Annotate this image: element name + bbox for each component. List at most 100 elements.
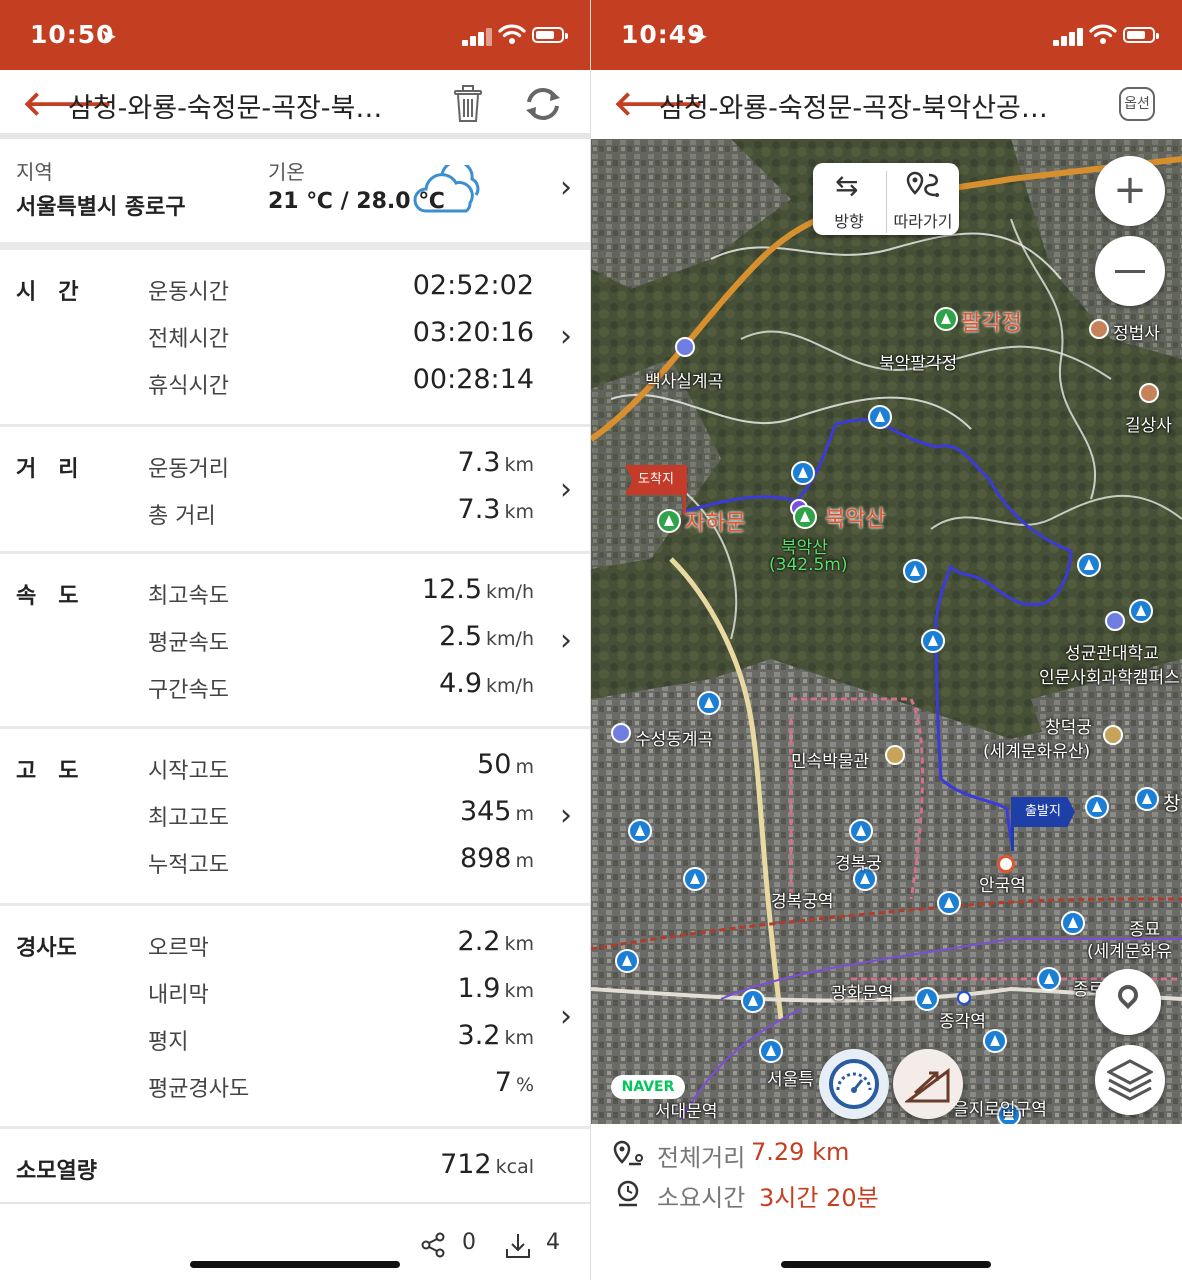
duration-label: 소요시간 <box>657 1184 746 1212</box>
download-icon[interactable] <box>504 1232 532 1260</box>
total-time-value: 03:20:16 <box>412 317 534 348</box>
speedometer-button[interactable] <box>819 1049 889 1119</box>
total-distance-label: 총 거리 <box>148 504 216 529</box>
clock-pin-icon <box>617 1180 639 1207</box>
bugak-palgakjeong-label: 북악팔각정 <box>879 354 958 374</box>
status-bar: 10:50 ➤ <box>0 0 590 70</box>
follow-button[interactable]: 따라가기 <box>887 163 959 235</box>
sync-icon[interactable] <box>522 85 564 123</box>
map-mode-control: ⇆ 방향 따라가기 <box>813 163 959 235</box>
start-flag-pole <box>1011 797 1014 851</box>
place-icon <box>675 337 695 357</box>
home-indicator <box>190 1261 400 1268</box>
euljiro-station-label: 을지로입구역 <box>953 1100 1047 1120</box>
follow-route-icon <box>906 171 939 197</box>
share-icon[interactable] <box>420 1232 446 1258</box>
my-location-button[interactable] <box>1095 969 1161 1035</box>
hiking-poi-icon[interactable] <box>683 867 707 891</box>
total-time-label: 전체시간 <box>148 327 229 352</box>
jonggak-station-label: 종각역 <box>939 1012 986 1032</box>
mountain-poi-icon[interactable] <box>657 509 681 533</box>
hiking-poi-icon[interactable] <box>697 691 721 715</box>
segment-speed-value: 4.9 km/h <box>439 668 534 699</box>
museum-icon <box>885 745 905 765</box>
hiking-poi-icon[interactable] <box>615 949 639 973</box>
bugaksan-label: 북악산 <box>825 507 886 532</box>
back-arrow-icon[interactable]: 🡐 <box>613 84 704 124</box>
distance-pin-icon <box>613 1140 643 1166</box>
hiking-poi-icon[interactable] <box>1037 967 1061 991</box>
hiking-poi-icon[interactable] <box>741 989 765 1013</box>
distance-section[interactable]: 거 리 운동거리 7.3 km 총 거리 7.3 km › <box>0 427 590 551</box>
hiking-poi-icon[interactable] <box>903 559 927 583</box>
hiking-poi-icon[interactable] <box>983 1029 1007 1053</box>
speedometer-icon <box>829 1059 879 1109</box>
region-weather-row[interactable]: 지역 서울특별시 종로구 기온 21 ℃ / 28.0 ℃ › <box>0 139 590 242</box>
cumulative-altitude-value: 898 m <box>459 843 534 874</box>
time-section[interactable]: 시 간 운동시간 02:52:02 전체시간 03:20:16 휴식시간 00:… <box>0 250 590 424</box>
map-view[interactable]: ⇆ 방향 따라가기 + 팔각정 북악팔각정 정법사 백사실계곡 길상사 도착지 … <box>591 139 1182 1124</box>
layers-button[interactable] <box>1095 1045 1165 1115</box>
hiking-poi-icon[interactable] <box>1077 553 1101 577</box>
segment-speed-label: 구간속도 <box>148 678 229 703</box>
chevron-right-icon: › <box>560 798 572 833</box>
hiking-poi-icon[interactable] <box>791 461 815 485</box>
hiking-poi-icon[interactable] <box>937 891 961 915</box>
palgakjeong-label: 팔각정 <box>961 311 1022 336</box>
max-speed-label: 최고속도 <box>148 584 229 609</box>
slope-button[interactable] <box>893 1049 963 1119</box>
altitude-section-label: 고 도 <box>16 759 79 784</box>
hiking-poi-icon[interactable] <box>921 629 945 653</box>
direction-button[interactable]: ⇆ 방향 <box>813 163 885 235</box>
start-altitude-value: 50 m <box>477 749 534 780</box>
zoom-in-button[interactable]: + <box>1095 156 1165 226</box>
left-screen: 10:50 ➤ 🡐 삼청-와룡-숙정문-곡장-북… 지역 서울특별시 종로구 기… <box>0 0 590 1280</box>
hiking-poi-icon[interactable] <box>759 1039 783 1063</box>
zoom-out-button[interactable] <box>1095 236 1165 306</box>
follow-label: 따라가기 <box>893 212 953 231</box>
calories-row: 소모열량 712 kcal <box>0 1129 590 1202</box>
hiking-poi-icon[interactable] <box>849 819 873 843</box>
section-divider <box>0 1202 590 1204</box>
battery-icon <box>1123 27 1159 43</box>
max-altitude-value: 345 m <box>459 796 534 827</box>
footer-actions: 0 4 <box>420 1228 590 1262</box>
back-arrow-icon[interactable]: 🡐 <box>22 84 113 124</box>
mountain-poi-icon[interactable] <box>934 307 958 331</box>
skku-label-2: 인문사회과학캠퍼스 <box>1039 668 1180 688</box>
region-value: 서울특별시 종로구 <box>16 195 186 220</box>
exercise-distance-label: 운동거리 <box>148 457 229 482</box>
hiking-poi-icon[interactable] <box>915 987 939 1011</box>
hiking-poi-icon[interactable] <box>1085 795 1109 819</box>
seoul-label: 서울특 <box>767 1070 814 1090</box>
battery-icon <box>532 27 568 43</box>
uphill-label: 오르막 <box>148 936 209 961</box>
flat-label: 평지 <box>148 1030 189 1055</box>
start-flag: 출발지 <box>1011 797 1075 827</box>
mountain-poi-icon[interactable] <box>793 505 817 529</box>
altitude-section[interactable]: 고 도 시작고도 50 m 최고고도 345 m 누적고도 898 m › <box>0 729 590 903</box>
changdeokgung-label-1: 창덕궁 <box>1045 718 1092 738</box>
rest-time-value: 00:28:14 <box>412 364 534 395</box>
max-speed-value: 12.5 km/h <box>421 574 534 605</box>
hiking-poi-icon[interactable] <box>1129 599 1153 623</box>
gyeongbokgung-label: 경복궁 <box>835 854 882 874</box>
options-button[interactable]: 옵션 <box>1119 87 1155 121</box>
avg-speed-label: 평균속도 <box>148 631 229 656</box>
temple-icon <box>1139 383 1159 403</box>
hiking-poi-icon[interactable] <box>1135 787 1159 811</box>
section-divider <box>0 242 590 250</box>
layers-icon <box>1107 1059 1153 1101</box>
trash-icon[interactable] <box>452 84 484 124</box>
gilsangsa-label: 길상사 <box>1125 416 1172 436</box>
slope-section[interactable]: 경사도 오르막 2.2 km 내리막 1.9 km 평지 3.2 km 평균경사도 7… <box>0 906 590 1126</box>
skku-label-1: 성균관대학교 <box>1065 644 1159 664</box>
region-label: 지역 <box>16 160 53 184</box>
hiking-poi-icon[interactable] <box>1061 911 1085 935</box>
chevron-right-icon: › <box>560 472 572 507</box>
calories-label: 소모열량 <box>16 1159 97 1184</box>
speed-section[interactable]: 속 도 최고속도 12.5 km/h 평균속도 2.5 km/h 구간속도 4.9 k… <box>0 554 590 726</box>
hiking-poi-icon[interactable] <box>628 819 652 843</box>
anguk-station-label: 안국역 <box>979 876 1026 896</box>
hiking-poi-icon[interactable] <box>868 405 892 429</box>
